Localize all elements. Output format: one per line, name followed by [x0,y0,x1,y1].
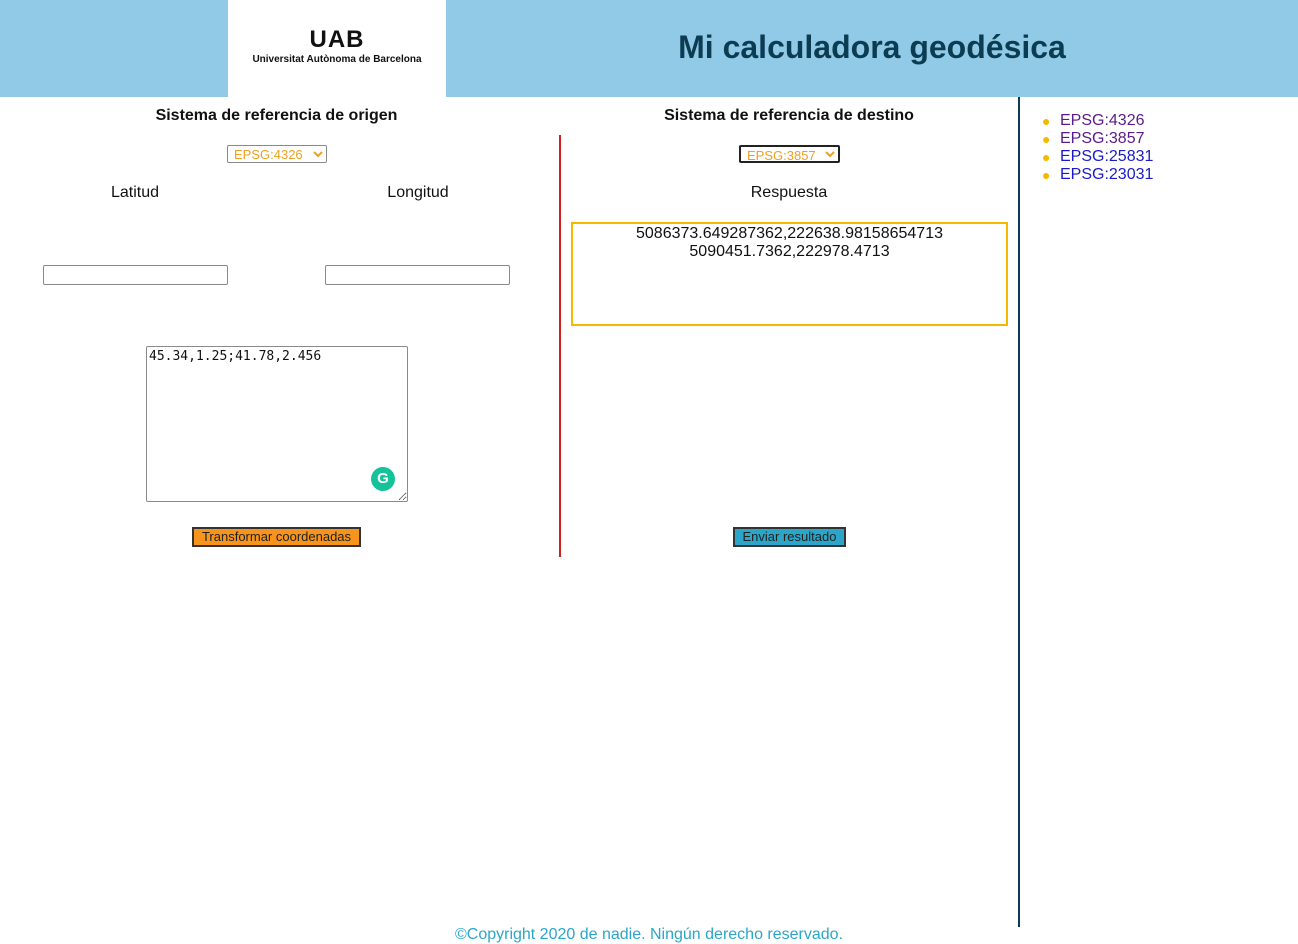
transform-coordinates-button[interactable]: Transformar coordenadas [192,527,361,547]
link-epsg-23031[interactable]: EPSG:23031 [1060,166,1153,183]
logo-mark: UAB [309,26,365,53]
grammarly-icon[interactable]: G [371,467,395,491]
logo-subtitle: Universitat Autònoma de Barcelona [252,54,422,65]
bullet-icon: ● [1042,149,1051,165]
answer-label: Respuesta [750,184,828,201]
bullet-icon: ● [1042,167,1051,183]
link-epsg-4326[interactable]: EPSG:4326 [1060,112,1145,129]
send-result-button[interactable]: Enviar resultado [733,527,846,547]
page-header: UAB Universitat Autònoma de Barcelona Mi… [0,0,1298,97]
list-item: ● EPSG:23031 [1042,166,1153,184]
list-item: ● EPSG:4326 [1042,112,1153,130]
column-divider [559,135,561,557]
latitude-label: Latitud [110,184,160,201]
crs-link-list: ● EPSG:4326 ● EPSG:3857 ● EPSG:25831 ● EPSG:… [1042,112,1153,184]
destination-heading: Sistema de referencia de destino [664,107,914,124]
bullet-icon: ● [1042,131,1051,147]
list-item: ● EPSG:25831 [1042,148,1153,166]
origin-crs-select[interactable]: EPSG:4326 [227,145,327,163]
longitude-input[interactable] [325,265,510,285]
result-line: 5086373.649287362,222638.98158654713 [636,225,943,242]
footer-copyright: ©Copyright 2020 de nadie. Ningún derecho… [454,926,844,943]
longitude-label: Longitud [387,184,449,201]
destination-crs-select[interactable]: EPSG:3857 [739,145,840,163]
university-logo: UAB Universitat Autònoma de Barcelona [228,0,446,97]
page-title: Mi calculadora geodésica [678,29,1066,65]
sidebar-divider [1018,97,1020,927]
list-item: ● EPSG:3857 [1042,130,1153,148]
link-epsg-25831[interactable]: EPSG:25831 [1060,148,1153,165]
link-epsg-3857[interactable]: EPSG:3857 [1060,130,1145,147]
result-box: 5086373.649287362,222638.98158654713 509… [571,222,1008,326]
latitude-input[interactable] [43,265,228,285]
coordinates-textarea[interactable]: 45.34,1.25;41.78,2.456 [146,346,408,502]
bullet-icon: ● [1042,113,1051,129]
origin-heading: Sistema de referencia de origen [155,107,398,124]
result-line: 5090451.7362,222978.4713 [689,243,890,260]
